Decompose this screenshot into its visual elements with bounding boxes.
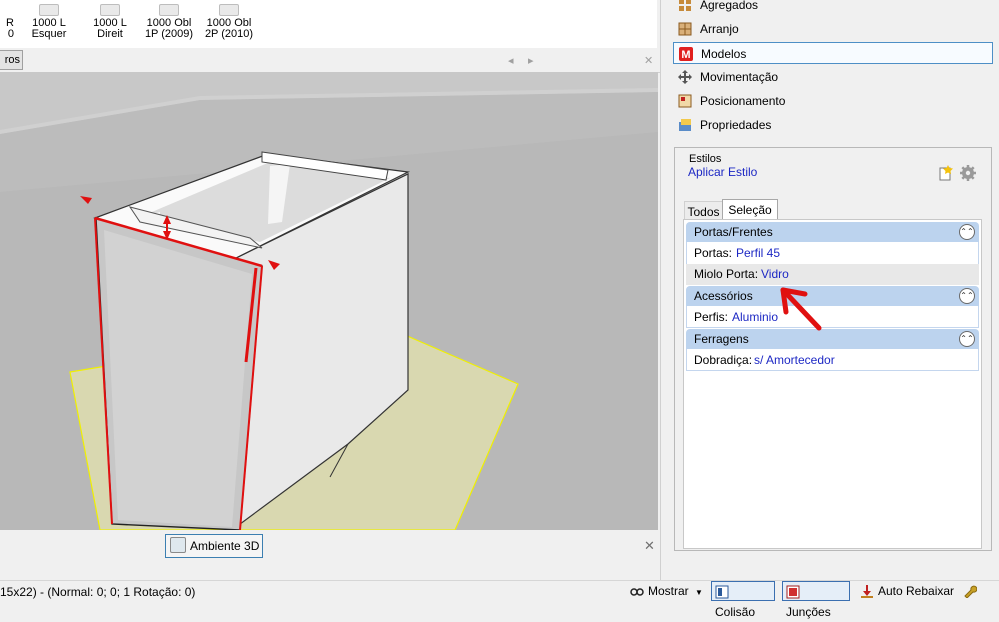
mostrar-dropdown[interactable]: Mostrar ▼ — [630, 581, 703, 601]
scroll-left-icon[interactable]: ◂ — [508, 54, 514, 67]
menu-item-label: Arranjo — [700, 22, 739, 36]
catalog-item[interactable]: 1000 Obl 1P (2009) — [139, 0, 199, 48]
property-label: Portas: — [694, 246, 733, 260]
annotation-arrow-icon — [780, 287, 822, 331]
ambiente-3d-icon — [170, 537, 186, 553]
property-row-miolo-porta[interactable]: Miolo Porta: Vidro — [686, 264, 979, 285]
menu-item-agregados[interactable]: Agregados — [673, 0, 993, 16]
tab-ambiente-3d[interactable]: Ambiente 3D — [165, 534, 263, 558]
menu-item-label: Movimentação — [700, 70, 779, 84]
move-icon — [678, 70, 692, 84]
junction-icon — [786, 585, 800, 599]
section-title: Acessórios — [694, 289, 753, 303]
mostrar-label: Mostrar — [648, 584, 689, 598]
close-tab-icon[interactable]: ✕ — [644, 54, 653, 67]
property-value[interactable]: s/ Amortecedor — [754, 350, 835, 371]
catalog-strip: R 0 1000 L Esquer 1000 L Direit 1000 Obl… — [0, 0, 657, 49]
gear-icon[interactable] — [960, 165, 976, 181]
section-header-ferragens[interactable]: Ferragens ⌃⌃ — [686, 329, 979, 349]
agregados-icon — [679, 0, 691, 11]
collision-icon — [715, 585, 729, 599]
property-row-perfis[interactable]: Perfis: Aluminio — [686, 307, 979, 328]
cabinet-thumbnail-icon — [100, 4, 120, 16]
auto-rebaixar-label: Auto Rebaixar — [878, 584, 955, 598]
colisao-label: Colisão — [715, 605, 756, 619]
menu-item-label: Agregados — [700, 0, 759, 12]
juncoes-toggle[interactable]: Junções — [782, 581, 850, 619]
tools-button[interactable] — [963, 581, 981, 601]
viewport-3d[interactable] — [0, 72, 658, 530]
catalog-item[interactable]: 1000 L Direit — [80, 0, 140, 48]
cabinet-thumbnail-icon — [159, 4, 179, 16]
properties-icon — [679, 119, 691, 131]
section-title: Portas/Frentes — [694, 225, 773, 239]
catalog-item[interactable]: 1000 L Esquer — [19, 0, 79, 48]
tab-selecao[interactable]: Seleção — [722, 199, 778, 220]
property-value[interactable]: Perfil 45 — [736, 243, 780, 264]
property-label: Dobradiça: — [694, 353, 753, 367]
collapse-icon[interactable]: ⌃⌃ — [959, 331, 975, 347]
menu-item-arranjo[interactable]: Arranjo — [673, 18, 993, 40]
tab-outros[interactable]: ros — [0, 50, 23, 70]
cabinet-thumbnail-icon — [219, 4, 239, 16]
auto-rebaixar-button[interactable]: Auto Rebaixar — [860, 581, 954, 601]
cabinet-thumbnail-icon — [39, 4, 59, 16]
menu-item-modelos[interactable]: M Modelos — [673, 42, 993, 64]
property-row-portas[interactable]: Portas: Perfil 45 — [686, 243, 979, 264]
colisao-toggle[interactable]: Colisão — [711, 581, 775, 619]
section-header-acessorios[interactable]: Acessórios ⌃⌃ — [686, 286, 979, 306]
section-title: Ferragens — [694, 332, 749, 346]
close-document-icon[interactable]: ✕ — [644, 538, 655, 554]
property-label: Miolo Porta: — [694, 267, 759, 281]
section-header-portas-frentes[interactable]: Portas/Frentes ⌃⌃ — [686, 222, 979, 242]
arranjo-icon — [678, 22, 692, 36]
catalog-item-subname: 2P (2010) — [204, 28, 254, 40]
collapse-icon[interactable]: ⌃⌃ — [959, 224, 975, 240]
property-value[interactable]: Aluminio — [732, 307, 778, 328]
new-style-icon[interactable] — [937, 165, 953, 181]
aplicar-estilo-link[interactable]: Aplicar Estilo — [688, 165, 757, 179]
wrench-icon — [964, 585, 977, 598]
position-icon — [678, 94, 692, 108]
modelos-icon: M — [679, 47, 693, 61]
document-tab-strip — [0, 48, 660, 73]
menu-item-label: Posicionamento — [700, 94, 786, 108]
catalog-item-subname: 1P (2009) — [144, 28, 194, 40]
scene-3d — [0, 72, 658, 530]
svg-text:M: M — [681, 49, 690, 61]
catalog-item-subname: Esquer — [31, 28, 67, 40]
collapse-icon[interactable]: ⌃⌃ — [959, 288, 975, 304]
property-label: Perfis: — [694, 310, 729, 324]
menu-item-posicionamento[interactable]: Posicionamento — [673, 90, 993, 112]
menu-item-label: Modelos — [701, 47, 747, 61]
menu-item-label: Propriedades — [700, 118, 772, 132]
document-tab-bar — [0, 530, 660, 560]
catalog-item-subname: Direit — [97, 28, 123, 40]
dropdown-arrow-icon: ▼ — [695, 588, 703, 597]
menu-item-movimentacao[interactable]: Movimentação — [673, 66, 993, 88]
glasses-icon — [630, 588, 644, 596]
juncoes-label: Junções — [786, 605, 831, 619]
menu-item-propriedades[interactable]: Propriedades — [673, 114, 993, 136]
lower-icon — [861, 585, 873, 598]
estilos-title: Estilos — [689, 153, 722, 165]
property-row-dobradica[interactable]: Dobradiça: s/ Amortecedor — [686, 350, 979, 371]
tab-ambiente-3d-label: Ambiente 3D — [190, 539, 260, 553]
tab-todos[interactable]: Todos — [684, 201, 723, 220]
catalog-item[interactable]: 1000 Obl 2P (2010) — [199, 0, 259, 48]
scroll-right-icon[interactable]: ▸ — [528, 54, 534, 67]
status-text: 15x22) - (Normal: 0; 0; 1 Rotação: 0) — [0, 585, 196, 599]
